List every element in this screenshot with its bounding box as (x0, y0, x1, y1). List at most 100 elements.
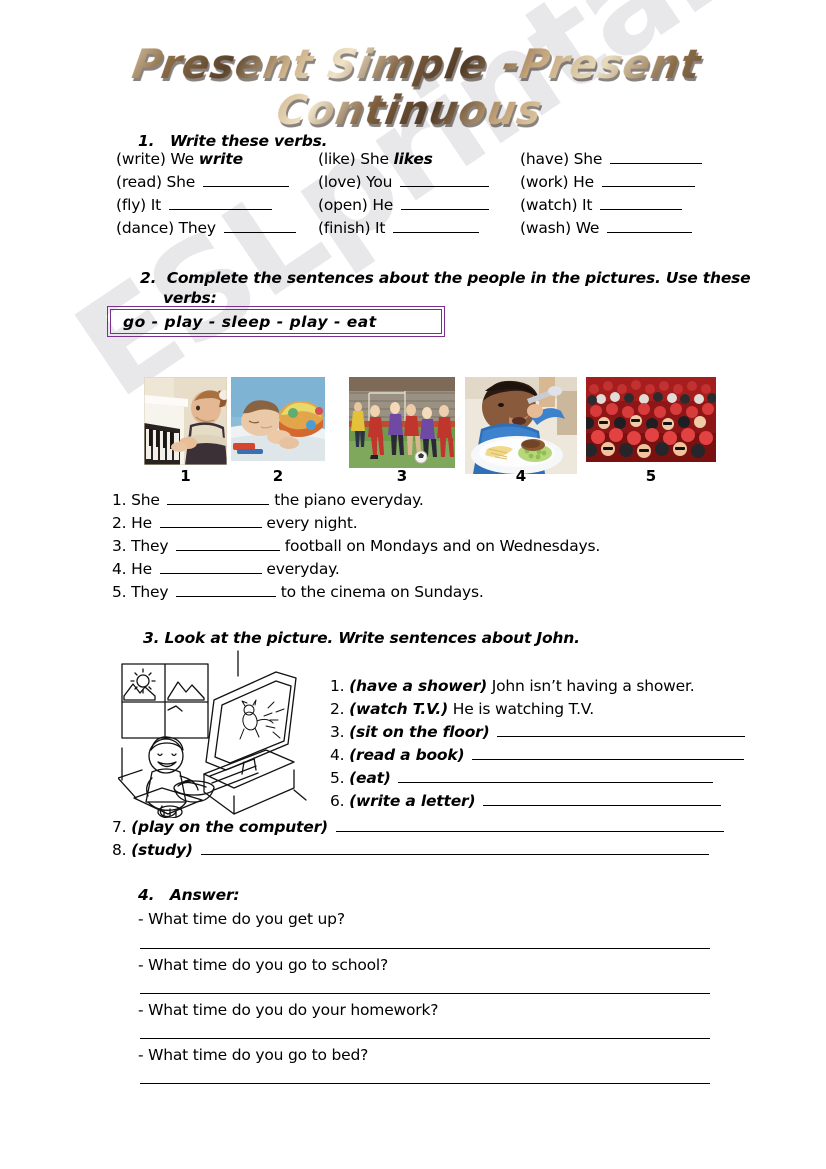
subject: They (178, 219, 216, 237)
exercise-4-instruction: 4. Answer: (138, 885, 240, 905)
answer-blank[interactable] (176, 536, 281, 551)
item-cue: (write a letter) (349, 792, 476, 810)
answer-blank[interactable] (393, 218, 480, 233)
sentence-after: football on Mondays and on Wednesdays. (284, 537, 601, 555)
verb-cue: (fly) (116, 196, 147, 214)
answer-blank[interactable] (610, 149, 703, 164)
answer-line[interactable] (140, 993, 710, 994)
exercise-3-item: 3. (sit on the floor) (330, 721, 746, 743)
exercise-4-question: - What time do you go to school? (138, 956, 389, 974)
subject: We (575, 219, 600, 237)
answer-blank[interactable] (223, 218, 296, 233)
answer-blank[interactable] (483, 791, 722, 806)
exercise-2-sentence: 2. He every night. (112, 512, 358, 535)
item-number: 2. (330, 700, 345, 718)
worksheet-page: ESLprintables.com Present Simple -Presen… (0, 0, 826, 1169)
exercise-1-row: (write) We write (like) She likes (have)… (116, 148, 716, 171)
answer-blank[interactable] (497, 722, 746, 737)
exercise-4-question: - What time do you get up? (138, 910, 345, 928)
exercise-3-item: 7. (play on the computer) (112, 816, 724, 838)
answer-blank[interactable] (335, 817, 724, 832)
subject: It (150, 196, 162, 214)
verb-cue: (open) (318, 196, 368, 214)
exercise-1-item: (watch) It (520, 194, 716, 216)
answer-blank[interactable] (607, 218, 692, 233)
answer-blank[interactable] (472, 745, 745, 760)
answer-blank[interactable] (600, 195, 683, 210)
answer-blank[interactable] (159, 559, 262, 574)
answer-blank[interactable] (159, 513, 262, 528)
item-cue: (have a shower) (349, 677, 488, 695)
answer-blank[interactable] (168, 195, 272, 210)
picture-3-football (349, 377, 455, 468)
item-cue: (eat) (349, 769, 391, 787)
exercise-3-item: 5. (eat) (330, 767, 714, 789)
sentence-before: She (131, 491, 160, 509)
exercise-1-row: (dance) They (finish) It (wash) We (116, 217, 716, 240)
answer-blank[interactable] (167, 490, 270, 505)
subject: It (582, 196, 593, 214)
subject: It (375, 219, 386, 237)
sentence-number: 4. (112, 560, 127, 578)
answer-blank[interactable] (176, 582, 277, 597)
sentence-after: everyday. (266, 560, 340, 578)
exercise-3-item: 6. (write a letter) (330, 790, 722, 812)
exercise-2-instruction-line2: verbs: (163, 289, 217, 307)
exercise-1-item: (wash) We (520, 217, 716, 239)
exercise-1-grid: (write) We write (like) She likes (have)… (116, 148, 716, 240)
exercise-3-item: 8. (study) (112, 839, 709, 861)
verb-bank-text: go - play - sleep - play - eat (123, 312, 377, 331)
verb-cue: (wash) (520, 219, 571, 237)
picture-strip: 1 2 3 4 5 (120, 377, 720, 485)
item-cue: (play on the computer) (131, 818, 328, 836)
answer-line[interactable] (140, 1038, 710, 1039)
verb-cue: (finish) (318, 219, 371, 237)
exercise-1-item: (dance) They (116, 217, 318, 239)
exercise-1-item: (fly) It (116, 194, 318, 216)
item-number: 7. (112, 818, 127, 836)
item-number: 8. (112, 841, 127, 859)
exercise-3-item: 2. (watch T.V.) He is watching T.V. (330, 698, 594, 720)
exercise-3-instruction: 3. Look at the picture. Write sentences … (143, 628, 580, 648)
picture-number-3: 3 (396, 467, 408, 485)
exercise-3-number: 3. (143, 629, 160, 647)
answer-blank[interactable] (400, 195, 489, 210)
answer-blank[interactable] (400, 172, 489, 187)
exercise-1-item: (have) She (520, 148, 716, 170)
filled-answer: likes (393, 150, 433, 168)
item-number: 3. (330, 723, 345, 741)
john-watching-tv-drawing (118, 648, 333, 818)
answer-line[interactable] (140, 948, 710, 949)
answer-line[interactable] (140, 1083, 710, 1084)
verb-cue: (read) (116, 173, 162, 191)
verb-cue: (write) (116, 150, 166, 168)
exercise-3-instruction-text: Look at the picture. Write sentences abo… (164, 629, 580, 647)
worksheet-content: 1. Write these verbs. (write) We write (… (0, 0, 826, 1169)
sentence-before: They (131, 537, 169, 555)
exercise-1-item: (work) He (520, 171, 716, 193)
subject: We (170, 150, 194, 168)
exercise-2-number: 2. (140, 269, 157, 287)
answer-blank[interactable] (601, 172, 695, 187)
verb-cue: (dance) (116, 219, 174, 237)
item-number: 6. (330, 792, 345, 810)
verb-cue: (watch) (520, 196, 578, 214)
verb-cue: (work) (520, 173, 569, 191)
answer-blank[interactable] (202, 172, 289, 187)
exercise-1-item: (finish) It (318, 217, 520, 239)
verb-bank-box: go - play - sleep - play - eat (107, 306, 445, 337)
exercise-2-sentence: 3. They football on Mondays and on Wedne… (112, 535, 600, 558)
sentence-number: 5. (112, 583, 127, 601)
exercise-4-instruction-text: Answer: (169, 886, 240, 904)
answer-blank[interactable] (200, 840, 709, 855)
sentence-number: 3. (112, 537, 127, 555)
exercise-4-question: - What time do you do your homework? (138, 1001, 439, 1019)
sentence-before: They (131, 583, 169, 601)
item-cue: (watch T.V.) (349, 700, 448, 718)
answer-blank[interactable] (398, 768, 714, 783)
exercise-3-item: 1. (have a shower) John isn’t having a s… (330, 675, 695, 697)
exercise-1-item: (open) He (318, 194, 520, 216)
item-number: 4. (330, 746, 345, 764)
verb-cue: (love) (318, 173, 362, 191)
picture-number-1: 1 (180, 467, 191, 485)
